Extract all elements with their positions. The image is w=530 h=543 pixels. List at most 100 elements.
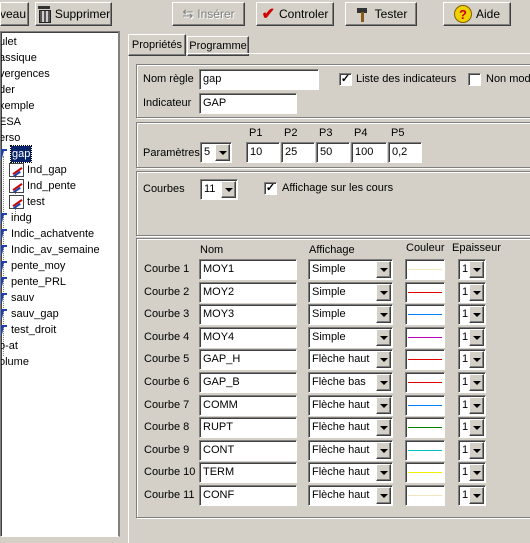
curve-color-swatch[interactable] (405, 440, 445, 461)
curve-affichage-select[interactable]: Flèche haut (308, 440, 393, 461)
param-input-p2[interactable]: 25 (281, 142, 315, 163)
curve-name-input[interactable]: MOY1 (199, 259, 297, 280)
tree-item[interactable]: pente_moy (1, 258, 65, 274)
dropdown-arrow-icon[interactable] (215, 144, 230, 161)
tree-item[interactable]: ESA (1, 114, 21, 130)
tree-item[interactable]: der (1, 82, 15, 98)
curve-affichage-select[interactable]: Simple (308, 304, 393, 325)
curve-name-input[interactable]: MOY2 (199, 282, 297, 303)
tree-item[interactable]: Indic_achatvente (1, 226, 94, 242)
tree-item[interactable]: Ind_gap (9, 162, 67, 178)
dropdown-arrow-icon[interactable] (469, 487, 484, 504)
tab-proprietes[interactable]: Propriétés (128, 34, 186, 56)
curve-name-input[interactable]: GAP_H (199, 349, 297, 370)
dropdown-arrow-icon[interactable] (469, 351, 484, 368)
nom-regle-input[interactable]: gap (199, 69, 319, 90)
rules-tree[interactable]: ulet assique vergences der xemple ESA erso gap I… (0, 31, 120, 537)
curve-epaisseur-select[interactable]: 1 (458, 327, 486, 348)
dropdown-arrow-icon[interactable] (469, 306, 484, 323)
curve-name-input[interactable]: GAP_B (199, 372, 297, 393)
tree-item[interactable]: sauv_gap (1, 306, 59, 322)
curve-affichage-select[interactable]: Simple (308, 327, 393, 348)
curve-color-swatch[interactable] (405, 417, 445, 438)
tree-item[interactable]: test_droit (1, 322, 56, 338)
dropdown-arrow-icon[interactable] (469, 261, 484, 278)
curve-affichage-select[interactable]: Simple (308, 259, 393, 280)
curve-color-swatch[interactable] (405, 349, 445, 370)
tree-item[interactable]: indg (1, 210, 32, 226)
curve-epaisseur-select[interactable]: 1 (458, 440, 486, 461)
tree-item[interactable]: Indic_av_semaine (1, 242, 100, 258)
non-mod-checkbox[interactable] (468, 73, 481, 86)
dropdown-arrow-icon[interactable] (376, 442, 391, 459)
curve-color-swatch[interactable] (405, 485, 445, 506)
curve-affichage-select[interactable]: Simple (308, 282, 393, 303)
nouveau-button[interactable]: veau (0, 2, 29, 26)
curve-color-swatch[interactable] (405, 462, 445, 483)
dropdown-arrow-icon[interactable] (469, 442, 484, 459)
param-input-p5[interactable]: 0,2 (388, 142, 422, 163)
param-input-p4[interactable]: 100 (351, 142, 387, 163)
tree-item[interactable]: pente_PRL (1, 274, 66, 290)
tree-item[interactable]: gap (1, 145, 33, 163)
parametres-select[interactable]: 5 (200, 142, 232, 163)
aide-button[interactable]: ? Aide (443, 2, 511, 26)
tester-button[interactable]: Tester (345, 2, 417, 26)
affichage-cours-checkbox[interactable]: ✓ (264, 182, 277, 195)
curve-color-swatch[interactable] (405, 327, 445, 348)
curve-name-input[interactable]: TERM (199, 462, 297, 483)
curve-affichage-select[interactable]: Flèche haut (308, 417, 393, 438)
curve-name-input[interactable]: CONF (199, 485, 297, 506)
dropdown-arrow-icon[interactable] (221, 181, 236, 198)
curve-name-input[interactable]: MOY4 (199, 327, 297, 348)
curve-affichage-select[interactable]: Flèche haut (308, 462, 393, 483)
param-input-p1[interactable]: 10 (246, 142, 280, 163)
inserer-button[interactable]: ⇆ Insérer (172, 2, 245, 26)
curve-epaisseur-select[interactable]: 1 (458, 417, 486, 438)
curve-epaisseur-select[interactable]: 1 (458, 462, 486, 483)
tree-item[interactable]: erso (1, 130, 20, 146)
dropdown-arrow-icon[interactable] (376, 464, 391, 481)
tree-item[interactable]: vergences (1, 66, 50, 82)
curve-affichage-select[interactable]: Flèche bas (308, 372, 393, 393)
curve-color-swatch[interactable] (405, 372, 445, 393)
dropdown-arrow-icon[interactable] (469, 374, 484, 391)
curve-name-input[interactable]: CONT (199, 440, 297, 461)
dropdown-arrow-icon[interactable] (469, 464, 484, 481)
tree-item[interactable]: olume (1, 354, 29, 370)
dropdown-arrow-icon[interactable] (376, 487, 391, 504)
tree-item[interactable]: o-at (1, 338, 18, 354)
curve-color-swatch[interactable] (405, 282, 445, 303)
curve-epaisseur-select[interactable]: 1 (458, 395, 486, 416)
dropdown-arrow-icon[interactable] (469, 419, 484, 436)
indicateur-input[interactable]: GAP (199, 93, 297, 114)
curve-name-input[interactable]: MOY3 (199, 304, 297, 325)
supprimer-button[interactable]: Supprimer (35, 2, 112, 26)
dropdown-arrow-icon[interactable] (376, 306, 391, 323)
liste-indicateurs-checkbox[interactable]: ✓ (339, 73, 352, 86)
tree-item[interactable]: Ind_pente (9, 178, 76, 194)
tree-item[interactable]: xemple (1, 98, 34, 114)
dropdown-arrow-icon[interactable] (376, 419, 391, 436)
curve-epaisseur-select[interactable]: 1 (458, 349, 486, 370)
curve-name-input[interactable]: COMM (199, 395, 297, 416)
curve-affichage-select[interactable]: Flèche haut (308, 485, 393, 506)
dropdown-arrow-icon[interactable] (376, 374, 391, 391)
tree-item[interactable]: test (9, 194, 45, 210)
curve-affichage-select[interactable]: Flèche haut (308, 349, 393, 370)
dropdown-arrow-icon[interactable] (376, 329, 391, 346)
curve-epaisseur-select[interactable]: 1 (458, 485, 486, 506)
param-input-p3[interactable]: 50 (316, 142, 350, 163)
tree-item[interactable]: assique (1, 50, 37, 66)
curve-color-swatch[interactable] (405, 304, 445, 325)
dropdown-arrow-icon[interactable] (376, 397, 391, 414)
courbes-select[interactable]: 11 (200, 179, 238, 200)
controler-button[interactable]: ✔ Controler (256, 2, 334, 26)
dropdown-arrow-icon[interactable] (469, 284, 484, 301)
curve-name-input[interactable]: RUPT (199, 417, 297, 438)
curve-epaisseur-select[interactable]: 1 (458, 304, 486, 325)
dropdown-arrow-icon[interactable] (469, 397, 484, 414)
dropdown-arrow-icon[interactable] (376, 284, 391, 301)
dropdown-arrow-icon[interactable] (376, 351, 391, 368)
curve-color-swatch[interactable] (405, 259, 445, 280)
